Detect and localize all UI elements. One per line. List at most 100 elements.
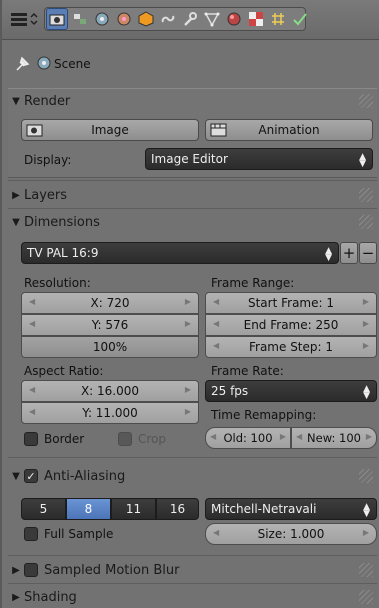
increment-arrow-icon[interactable]: ▶ xyxy=(280,432,286,441)
render-image-button[interactable]: Image xyxy=(21,119,199,141)
start-frame-field[interactable]: ◀ Start Frame: 1 ▶ xyxy=(205,292,377,314)
resolution-y-field[interactable]: ◀ Y: 576 ▶ xyxy=(21,314,199,336)
pin-icon[interactable] xyxy=(14,56,30,72)
mesh-data-icon xyxy=(204,12,220,27)
aa-samples-5[interactable]: 5 xyxy=(21,498,66,520)
decrement-arrow-icon[interactable]: ◀ xyxy=(29,385,35,394)
crop-label: Crop xyxy=(138,432,167,446)
add-preset-button[interactable]: + xyxy=(340,242,358,264)
decrement-arrow-icon[interactable]: ◀ xyxy=(213,319,219,328)
dimensions-panel-header[interactable]: ▼ Dimensions xyxy=(8,209,377,235)
frame-rate-dropdown[interactable]: 25 fps ▲ ▼ xyxy=(205,380,377,402)
display-value: Image Editor xyxy=(151,152,228,166)
shading-panel-header[interactable]: ▶ Shading xyxy=(8,584,377,608)
antialiasing-panel-header[interactable]: ▼ ✓ Anti-Aliasing xyxy=(8,463,377,489)
aa-samples-5-label: 5 xyxy=(39,502,48,516)
tab-object[interactable] xyxy=(135,8,157,30)
increment-arrow-icon[interactable]: ▶ xyxy=(185,297,191,306)
increment-arrow-icon[interactable]: ▶ xyxy=(185,407,191,416)
filter-size-value: Size: 1.000 xyxy=(257,527,325,541)
aa-filter-dropdown[interactable]: Mitchell-Netravali ▲ ▼ xyxy=(205,498,377,520)
aspect-x-field[interactable]: ◀ X: 16.000 ▶ xyxy=(21,380,199,402)
time-old-field[interactable]: ◀ Old: 100 ▶ xyxy=(205,427,291,449)
display-label: Display: xyxy=(24,153,72,167)
object-icon xyxy=(138,11,154,27)
border-label: Border xyxy=(44,432,85,446)
frame-rate-label: Frame Rate: xyxy=(211,364,284,378)
updown-arrow-icon: ▲ ▼ xyxy=(363,384,370,401)
decrement-arrow-icon[interactable]: ◀ xyxy=(29,407,35,416)
increment-arrow-icon[interactable]: ▶ xyxy=(366,432,372,441)
tab-material[interactable] xyxy=(223,8,245,30)
antialiasing-checkbox[interactable]: ✓ xyxy=(24,469,38,483)
render-preset-value: TV PAL 16:9 xyxy=(27,246,99,260)
resolution-y-value: Y: 576 xyxy=(91,318,129,332)
start-frame-value: Start Frame: 1 xyxy=(247,296,334,310)
layers-panel-title: Layers xyxy=(24,187,68,203)
display-dropdown[interactable]: Image Editor ▲ ▼ xyxy=(145,148,373,170)
drag-handle-icon[interactable] xyxy=(359,188,373,202)
tab-physics[interactable] xyxy=(289,8,311,30)
increment-arrow-icon[interactable]: ▶ xyxy=(363,297,369,306)
remove-preset-button[interactable]: − xyxy=(359,242,377,264)
tab-particles[interactable] xyxy=(267,8,289,30)
panel-divider xyxy=(8,457,377,458)
aa-samples-8[interactable]: 8 xyxy=(66,498,111,520)
decrement-arrow-icon[interactable]: ◀ xyxy=(210,432,216,441)
tab-scene[interactable] xyxy=(91,8,113,30)
crop-checkbox[interactable] xyxy=(118,432,132,446)
resolution-x-value: X: 720 xyxy=(90,296,130,310)
increment-arrow-icon[interactable]: ▶ xyxy=(185,319,191,328)
tab-constraints[interactable] xyxy=(157,8,179,30)
tab-modifiers[interactable] xyxy=(179,8,201,30)
end-frame-field[interactable]: ◀ End Frame: 250 ▶ xyxy=(205,314,377,336)
increment-arrow-icon[interactable]: ▶ xyxy=(363,341,369,350)
panel-divider xyxy=(8,555,377,556)
decrement-arrow-icon[interactable]: ◀ xyxy=(213,341,219,350)
layers-panel-header[interactable]: ▶ Layers xyxy=(8,182,377,208)
collapsed-arrow-icon: ▶ xyxy=(12,564,20,576)
decrement-arrow-icon[interactable]: ◀ xyxy=(29,297,35,306)
decrement-arrow-icon[interactable]: ◀ xyxy=(296,432,302,441)
time-new-field[interactable]: ◀ New: 100 ▶ xyxy=(291,427,377,449)
particles-icon xyxy=(272,13,284,25)
drag-handle-icon[interactable] xyxy=(359,590,373,604)
tab-data[interactable] xyxy=(201,8,223,30)
decrement-arrow-icon[interactable]: ◀ xyxy=(29,319,35,328)
decrement-arrow-icon[interactable]: ◀ xyxy=(213,297,219,306)
drag-handle-icon[interactable] xyxy=(359,215,373,229)
tab-world[interactable] xyxy=(113,8,135,30)
resolution-x-field[interactable]: ◀ X: 720 ▶ xyxy=(21,292,199,314)
drag-handle-icon[interactable] xyxy=(359,469,373,483)
wrench-icon xyxy=(184,12,197,26)
aspect-y-value: Y: 11.000 xyxy=(82,406,138,420)
decrement-arrow-icon[interactable]: ◀ xyxy=(213,528,219,537)
tab-render-layers[interactable] xyxy=(69,8,91,30)
motion-blur-panel-header[interactable]: ▶ Sampled Motion Blur xyxy=(8,557,377,583)
render-preset-dropdown[interactable]: TV PAL 16:9 ▲ ▼ xyxy=(21,242,339,264)
tab-render[interactable] xyxy=(46,8,68,30)
full-sample-label: Full Sample xyxy=(44,527,114,541)
increment-arrow-icon[interactable]: ▶ xyxy=(363,528,369,537)
render-animation-button[interactable]: Animation xyxy=(205,119,373,141)
aa-samples-16[interactable]: 16 xyxy=(156,498,199,520)
drag-handle-icon[interactable] xyxy=(359,563,373,577)
motion-blur-checkbox[interactable] xyxy=(24,563,38,577)
context-path: Scene xyxy=(2,44,379,84)
render-panel-header[interactable]: ▼ Render xyxy=(8,88,377,114)
increment-arrow-icon[interactable]: ▶ xyxy=(185,385,191,394)
editor-type-menu[interactable] xyxy=(6,8,42,30)
filter-size-field[interactable]: ◀ Size: 1.000 ▶ xyxy=(205,523,377,545)
tab-texture[interactable] xyxy=(245,8,267,30)
time-remapping-label: Time Remapping: xyxy=(211,408,317,422)
frame-step-field[interactable]: ◀ Frame Step: 1 ▶ xyxy=(205,336,377,358)
drag-handle-icon[interactable] xyxy=(359,94,373,108)
full-sample-checkbox[interactable] xyxy=(24,527,38,541)
increment-arrow-icon[interactable]: ▶ xyxy=(363,319,369,328)
resolution-percentage-slider[interactable]: 100% xyxy=(21,336,199,358)
time-new-value: New: 100 xyxy=(307,431,361,445)
border-checkbox[interactable] xyxy=(24,432,38,446)
aa-samples-11-label: 11 xyxy=(125,502,142,516)
aspect-y-field[interactable]: ◀ Y: 11.000 ▶ xyxy=(21,402,199,424)
aa-samples-11[interactable]: 11 xyxy=(111,498,156,520)
